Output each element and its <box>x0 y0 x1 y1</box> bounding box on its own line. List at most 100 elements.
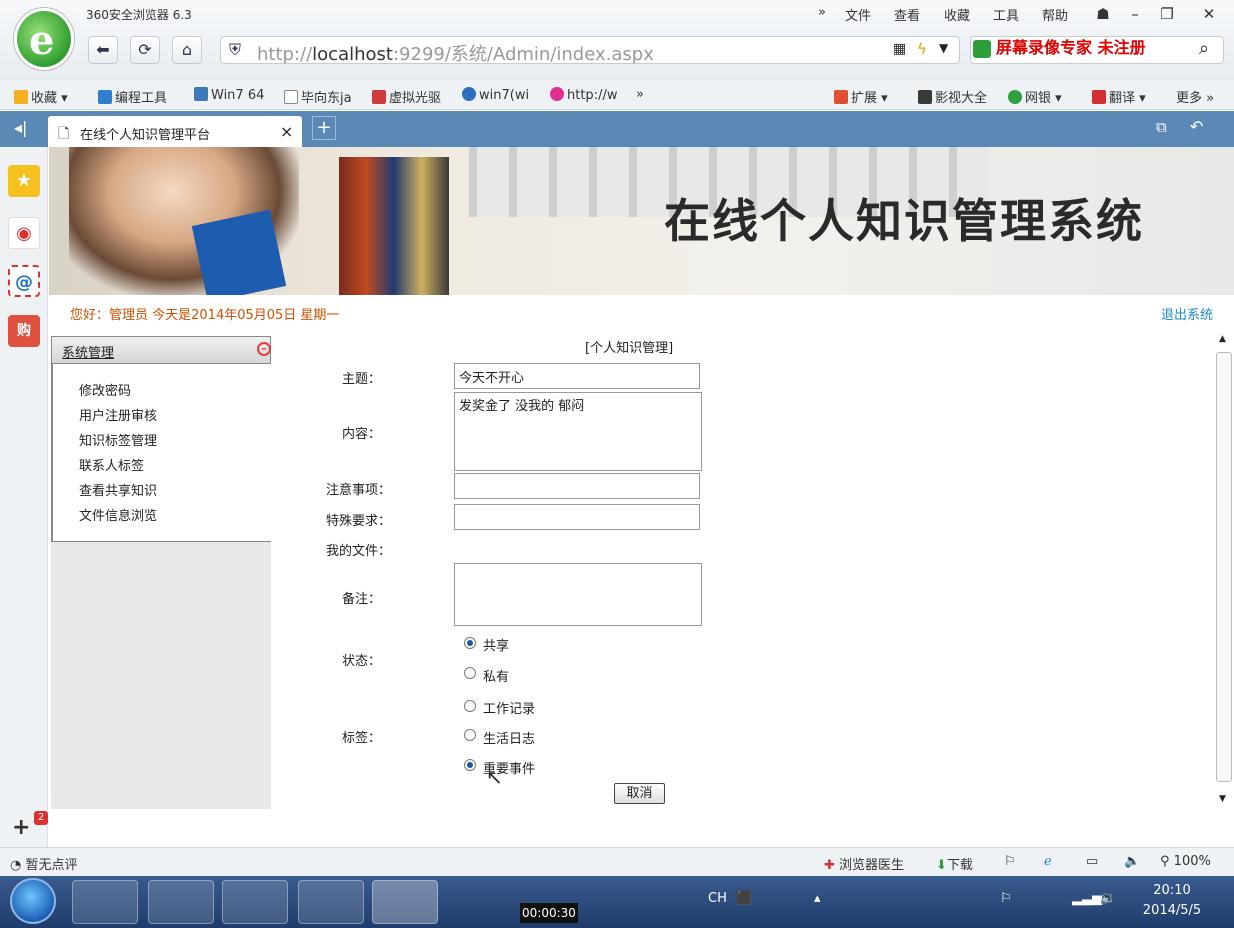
notes-input[interactable] <box>454 473 700 499</box>
app-title: 360安全浏览器 6.3 <box>86 8 192 22</box>
status-radio-private[interactable] <box>464 667 476 679</box>
menu-header[interactable]: 系统管理 – <box>51 336 271 364</box>
download-button[interactable]: ⬇下载 <box>936 854 973 873</box>
refresh-button[interactable]: ⟳ <box>130 36 160 64</box>
menu-item-shared-knowledge[interactable]: 查看共享知识 <box>79 480 157 499</box>
movies-link[interactable]: 影视大全 <box>918 87 987 106</box>
network-icon[interactable]: ▂▃▅ <box>1072 891 1102 906</box>
menu-item-contact-tags[interactable]: 联系人标签 <box>79 455 144 474</box>
input-method-icon[interactable]: ⬛ <box>736 891 752 906</box>
subject-input[interactable]: 今天不开心 <box>454 363 700 389</box>
taskbar-app-browser[interactable] <box>372 880 438 924</box>
scrollbar-thumb[interactable] <box>1216 352 1232 782</box>
qrcode-icon[interactable]: ▦ <box>893 41 906 57</box>
menu-item-change-password[interactable]: 修改密码 <box>79 380 131 399</box>
undo-icon[interactable]: ↶ <box>1190 117 1203 136</box>
zoom-control[interactable]: ⚲ 100% <box>1160 854 1211 869</box>
tag-option-work[interactable]: 工作记录 <box>483 698 535 717</box>
lightning-icon[interactable]: ϟ <box>917 40 927 58</box>
volume-icon[interactable]: 🔈 <box>1124 854 1140 869</box>
bookmarks-more[interactable]: » <box>636 87 644 102</box>
add-icon[interactable]: + <box>12 815 30 840</box>
tab-active[interactable]: 🗋 在线个人知识管理平台 × <box>48 116 302 147</box>
tag-radio-work[interactable] <box>464 700 476 712</box>
tray-expand-icon[interactable]: ▴ <box>814 891 821 906</box>
recorder-watermark: 屏幕录像专家 未注册 <box>996 38 1146 57</box>
bank-menu[interactable]: 网银 ▾ <box>1008 87 1062 106</box>
file-label: 我的文件： <box>326 544 392 559</box>
menu-chevron-icon[interactable]: » <box>818 5 826 20</box>
more-menu[interactable]: 更多 » <box>1176 87 1214 106</box>
menu-item-tag-management[interactable]: 知识标签管理 <box>79 430 157 449</box>
menu-favorites[interactable]: 收藏 <box>944 5 970 24</box>
menu-file[interactable]: 文件 <box>845 5 871 24</box>
sidebar-toggle-icon[interactable]: ◂| <box>14 118 27 137</box>
content-label: 内容： <box>342 427 382 442</box>
address-bar[interactable]: ⛨ http://localhost:9299/系统/Admin/index.a… <box>220 36 960 65</box>
review-status[interactable]: ◔ 暂无点评 <box>10 854 78 873</box>
cancel-button[interactable]: 取消 <box>614 783 665 804</box>
tag-radio-life[interactable] <box>464 729 476 741</box>
bookmark-item[interactable]: Win7 64 <box>194 87 264 103</box>
ie-icon[interactable]: ℯ <box>1044 854 1052 869</box>
status-option-private[interactable]: 私有 <box>483 666 509 685</box>
logout-link[interactable]: 退出系统 <box>1161 304 1213 323</box>
scroll-down-icon[interactable]: ▼ <box>1219 794 1226 804</box>
bookmark-item[interactable]: 毕向东ja <box>284 87 352 106</box>
search-icon[interactable]: ⌕ <box>1199 38 1209 59</box>
tab-title: 在线个人知识管理平台 <box>80 128 211 143</box>
mail-icon[interactable]: @ <box>8 265 40 297</box>
content-textarea[interactable]: 发奖金了 没我的 郁闷 <box>454 392 702 471</box>
bookmark-item[interactable]: 虚拟光驱 <box>372 87 441 106</box>
remark-textarea[interactable] <box>454 563 702 626</box>
volume-tray-icon[interactable]: 🔉 <box>1100 891 1116 906</box>
restore-button[interactable]: ❐ <box>1154 2 1180 26</box>
subject-label: 主题： <box>342 372 382 387</box>
shopping-icon[interactable]: 购 <box>8 315 40 347</box>
bookmark-favorites[interactable]: 收藏 ▾ <box>14 87 68 106</box>
flag-tray-icon[interactable]: ⚐ <box>1000 891 1012 906</box>
tab-close-button[interactable]: × <box>280 122 293 141</box>
taskbar-app-explorer[interactable] <box>148 880 214 924</box>
vertical-scrollbar[interactable]: ▲ ▼ <box>1214 332 1234 810</box>
translate-menu[interactable]: 翻译 ▾ <box>1092 87 1146 106</box>
taskbar-app-desktop[interactable] <box>72 880 138 924</box>
status-radio-shared[interactable] <box>464 637 476 649</box>
chevron-down-icon[interactable]: ▼ <box>939 41 948 55</box>
browser-logo-icon[interactable]: e <box>14 8 74 70</box>
taskbar-app-vs[interactable] <box>298 880 364 924</box>
flag-icon[interactable]: ⚐ <box>1004 854 1016 869</box>
home-button[interactable]: ⌂ <box>172 36 202 64</box>
back-button[interactable]: ⬅ <box>88 36 118 64</box>
bookmark-item[interactable]: 编程工具 <box>98 87 167 106</box>
menu-item-file-browse[interactable]: 文件信息浏览 <box>79 505 157 524</box>
scroll-up-icon[interactable]: ▲ <box>1219 334 1226 344</box>
status-option-shared[interactable]: 共享 <box>483 635 509 654</box>
tag-radio-important[interactable] <box>464 759 476 771</box>
special-input[interactable] <box>454 504 700 530</box>
start-button[interactable] <box>10 878 56 924</box>
restore-tabs-icon[interactable]: ⧉ <box>1156 118 1167 136</box>
lang-indicator[interactable]: CH <box>708 891 727 906</box>
weibo-icon[interactable]: ◉ <box>8 217 40 249</box>
system-clock[interactable]: 20:10 2014/5/5 <box>1132 881 1212 921</box>
star-icon[interactable]: ★ <box>8 165 40 197</box>
browser-doctor[interactable]: ✚ 浏览器医生 <box>824 854 904 873</box>
menu-view[interactable]: 查看 <box>894 5 920 24</box>
bookmark-item[interactable]: win7(wi <box>462 87 529 103</box>
menu-tools[interactable]: 工具 <box>993 5 1019 24</box>
tag-option-life[interactable]: 生活日志 <box>483 728 535 747</box>
minimize-button[interactable]: – <box>1122 2 1148 26</box>
menu-item-user-approval[interactable]: 用户注册审核 <box>79 405 157 424</box>
remark-label: 备注： <box>342 592 382 607</box>
window-icon[interactable]: ▭ <box>1086 854 1098 869</box>
new-tab-button[interactable]: + <box>312 116 336 140</box>
collapse-icon[interactable]: – <box>257 342 271 356</box>
menu-help[interactable]: 帮助 <box>1042 5 1068 24</box>
search-engine-icon[interactable] <box>973 40 991 58</box>
extensions-menu[interactable]: 扩展 ▾ <box>834 87 888 106</box>
taskbar-app-recorder[interactable] <box>222 880 288 924</box>
close-window-button[interactable]: ✕ <box>1196 2 1222 26</box>
bookmark-item[interactable]: http://w <box>550 87 617 103</box>
skin-icon[interactable]: ☗ <box>1090 2 1116 26</box>
